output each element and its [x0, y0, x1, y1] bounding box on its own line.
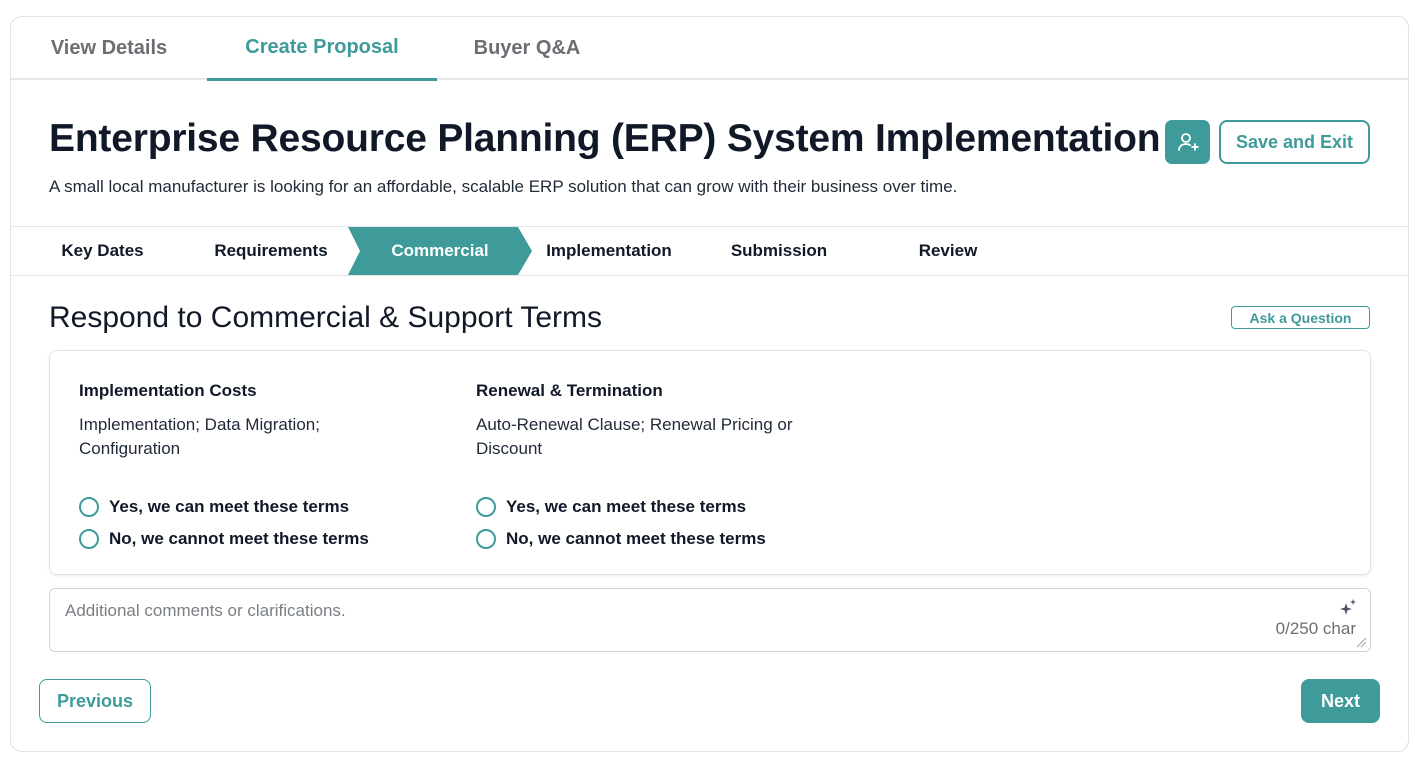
- term-description: Auto-Renewal Clause; Renewal Pricing or …: [476, 415, 793, 458]
- option-yes[interactable]: Yes, we can meet these terms: [79, 491, 424, 523]
- progress-stepper: Key Dates Requirements Commercial Implem…: [11, 226, 1408, 276]
- option-label: No, we cannot meet these terms: [109, 529, 369, 548]
- add-collaborator-button[interactable]: [1165, 120, 1210, 164]
- term-implementation-costs: Implementation Costs Implementation; Dat…: [79, 381, 424, 555]
- radio-button[interactable]: [476, 529, 496, 549]
- top-tabs: View Details Create Proposal Buyer Q&A: [11, 17, 1408, 81]
- comments-textarea[interactable]: Additional comments or clarifications. 0…: [49, 588, 1371, 652]
- step-commercial[interactable]: Commercial: [356, 227, 524, 275]
- radio-button[interactable]: [79, 497, 99, 517]
- ai-sparkle-icon[interactable]: [1338, 598, 1358, 618]
- term-title: Implementation Costs: [79, 381, 257, 400]
- section-title: Respond to Commercial & Support Terms: [49, 301, 603, 334]
- page-subtitle: A small local manufacturer is looking fo…: [49, 177, 958, 196]
- step-review[interactable]: Review: [864, 227, 1032, 275]
- option-label: Yes, we can meet these terms: [506, 497, 747, 516]
- add-user-icon: [1177, 133, 1199, 151]
- tab-buyer-qa[interactable]: Buyer Q&A: [437, 17, 617, 80]
- option-label: No, we cannot meet these terms: [506, 529, 766, 548]
- radio-group: Yes, we can meet these terms No, we cann…: [79, 491, 424, 555]
- save-and-exit-button[interactable]: Save and Exit: [1219, 120, 1370, 164]
- tab-create-proposal[interactable]: Create Proposal: [207, 17, 437, 81]
- step-key-dates[interactable]: Key Dates: [11, 227, 194, 275]
- option-no[interactable]: No, we cannot meet these terms: [79, 523, 424, 555]
- next-button[interactable]: Next: [1301, 679, 1380, 723]
- proposal-panel: View Details Create Proposal Buyer Q&A E…: [10, 16, 1409, 752]
- term-title: Renewal & Termination: [476, 381, 663, 400]
- step-submission[interactable]: Submission: [694, 227, 864, 275]
- terms-card: Implementation Costs Implementation; Dat…: [49, 350, 1371, 575]
- radio-button[interactable]: [79, 529, 99, 549]
- page-title: Enterprise Resource Planning (ERP) Syste…: [49, 117, 1161, 160]
- character-counter: 0/250 char: [1275, 619, 1356, 638]
- step-implementation[interactable]: Implementation: [524, 227, 694, 275]
- term-description: Implementation; Data Migration; Configur…: [79, 415, 320, 458]
- comments-placeholder: Additional comments or clarifications.: [65, 601, 346, 620]
- option-yes[interactable]: Yes, we can meet these terms: [476, 491, 821, 523]
- previous-button[interactable]: Previous: [39, 679, 151, 723]
- radio-group: Yes, we can meet these terms No, we cann…: [476, 491, 821, 555]
- tab-view-details[interactable]: View Details: [11, 17, 207, 80]
- radio-button[interactable]: [476, 497, 496, 517]
- option-no[interactable]: No, we cannot meet these terms: [476, 523, 821, 555]
- option-label: Yes, we can meet these terms: [109, 497, 350, 516]
- step-requirements[interactable]: Requirements: [186, 227, 356, 275]
- term-renewal-termination: Renewal & Termination Auto-Renewal Claus…: [476, 381, 821, 555]
- ask-question-button[interactable]: Ask a Question: [1231, 306, 1370, 329]
- resize-handle-icon[interactable]: [1355, 636, 1367, 648]
